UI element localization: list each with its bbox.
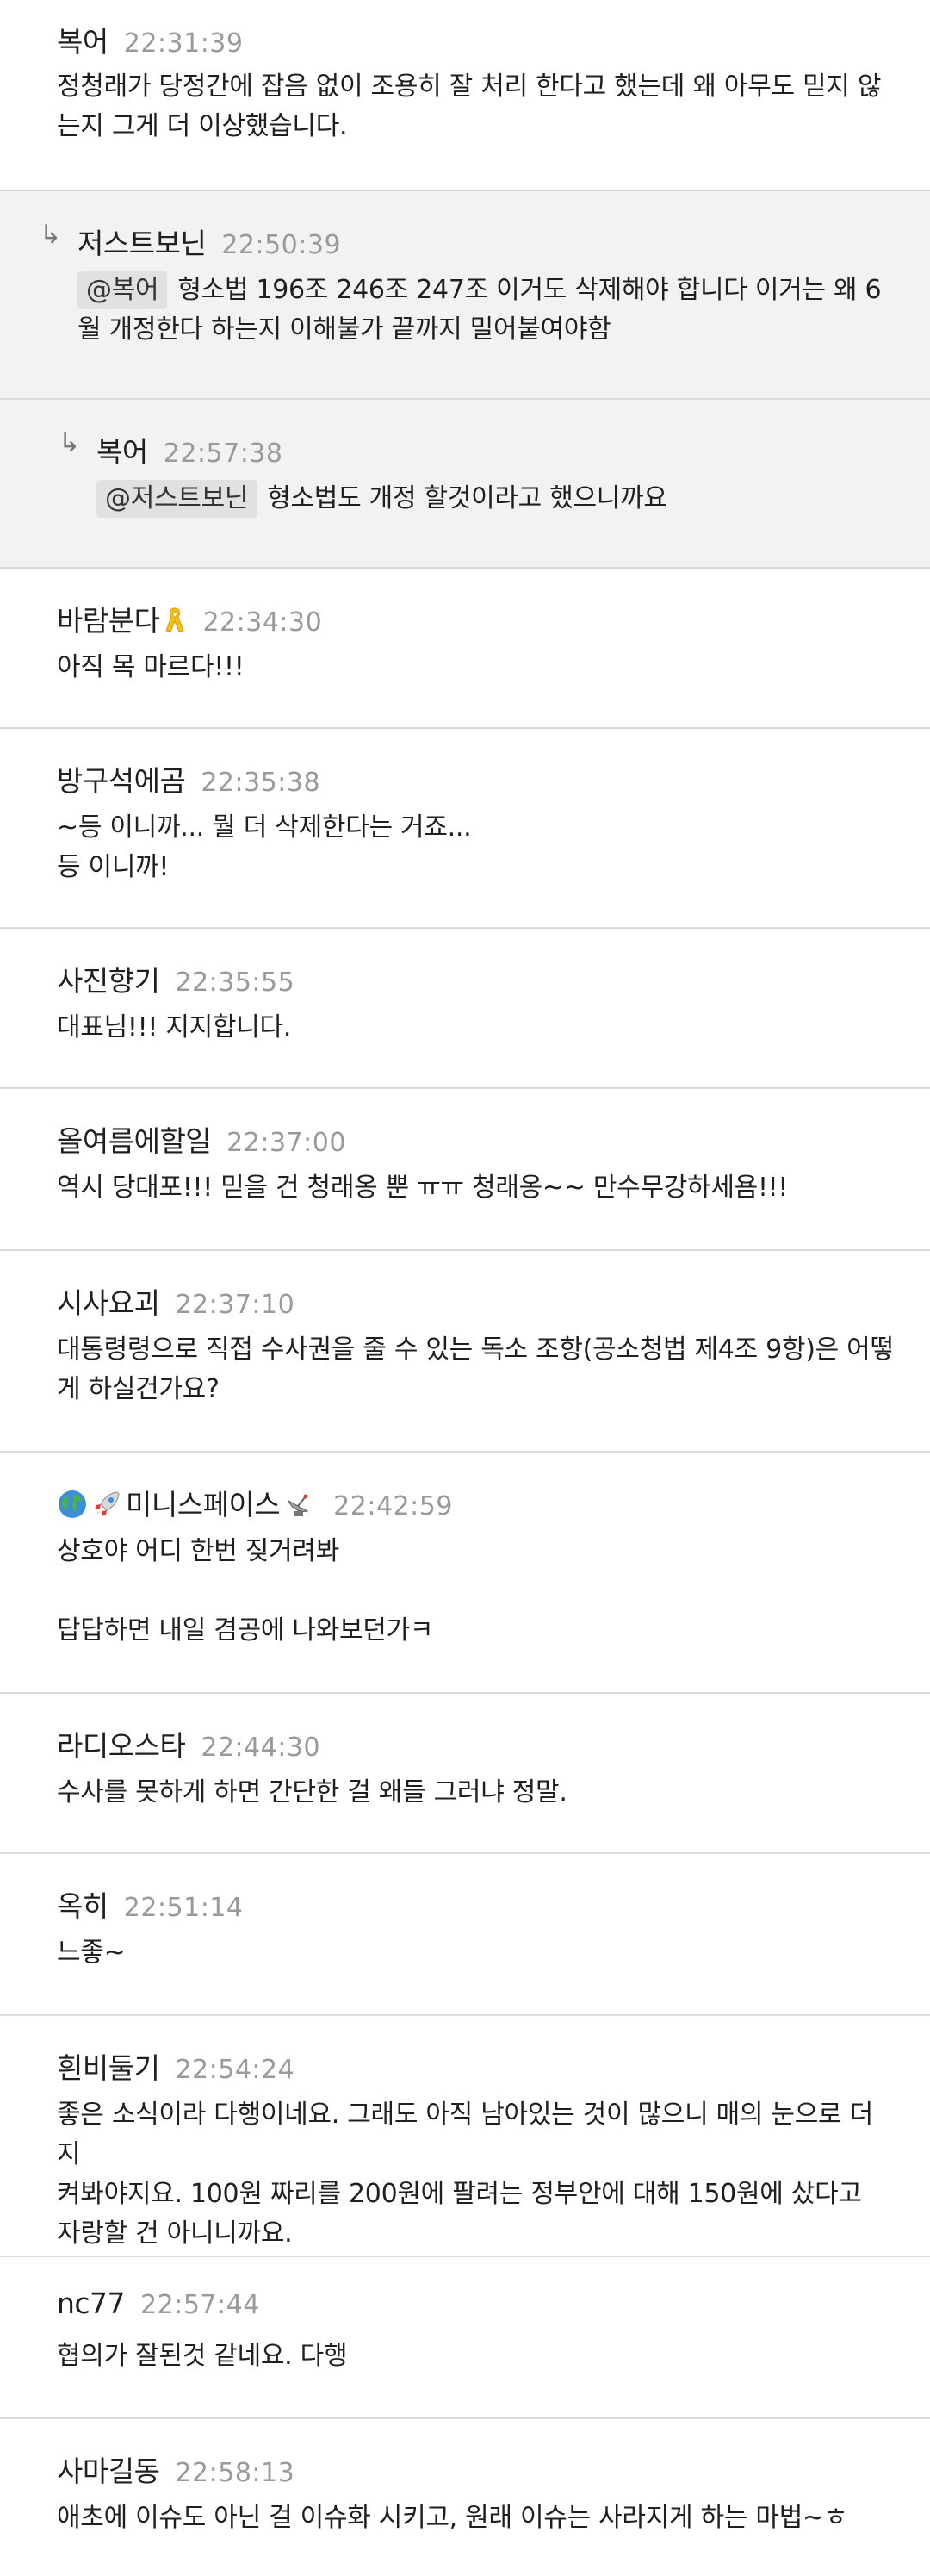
comment-item: 옥히 22:51:14 느좋~ [0, 1854, 930, 2016]
globe-icon [59, 1490, 86, 1518]
comment-line [57, 1571, 901, 1611]
comment-body: @복어 형소법 196조 246조 247조 이거도 삭제해야 합니다 이거는 왜… [78, 271, 921, 350]
comment-body: 대표님!!! 지지합니다. [57, 1008, 901, 1048]
comment-timestamp: 22:54:24 [175, 2055, 295, 2085]
reply-arrow-icon: ↳ [59, 428, 81, 458]
comment-item: nc77 22:57:44 협의가 잘된것 같네요. 다행 [0, 2257, 930, 2419]
comment-line: 형소법도 개정 할것이라고 했으니까요 [267, 483, 667, 513]
comment-item: 라디오스타 22:44:30 수사를 못하게 하면 간단한 걸 왜들 그러냐 정… [0, 1694, 930, 1854]
mention-tag[interactable]: @저스트보닌 [96, 480, 257, 518]
comment-author[interactable]: 복어 [57, 19, 108, 60]
comment-timestamp: 22:51:14 [123, 1893, 244, 1923]
comment-author[interactable]: 방구석에곰 [57, 758, 186, 800]
comment-author-name: 미니스페이스 [126, 1488, 281, 1521]
comment-body: 대통령령으로 직접 수사권을 줄 수 있는 독소 조항(공소청법 제4조 9항)… [57, 1330, 901, 1409]
comment-author[interactable]: 시사요괴 [57, 1280, 160, 1322]
comment-line: 형소법 196조 246조 247조 이거도 삭제해야 합니다 이거는 왜 6 [177, 275, 882, 305]
comment-body: 역시 당대포!!! 믿을 건 청래옹 뿐 ㅠㅠ 청래옹~~ 만수무강하세욤!!! [57, 1168, 901, 1208]
comment-item: 시사요괴 22:37:10 대통령령으로 직접 수사권을 줄 수 있는 독소 조… [0, 1251, 930, 1453]
comment-item: 복어 22:31:39 정청래가 당정간에 잡음 없이 조용히 잘 처리 한다고… [0, 0, 930, 191]
comment-timestamp: 22:37:10 [175, 1290, 295, 1320]
comment-author[interactable]: 흰비둘기 [57, 2045, 160, 2087]
comment-line: 수사를 못하게 하면 간단한 걸 왜들 그러냐 정말. [57, 1777, 567, 1808]
comment-body: 느좋~ [57, 1933, 901, 1973]
comment-line: 월 개정한다 하는지 이해불가 끝까지 밀어붙여야함 [78, 314, 611, 345]
comment-line: 애초에 이슈도 아닌 걸 이슈화 시키고, 원래 이슈는 사라지게 하는 마법~… [57, 2503, 848, 2533]
comment-author[interactable]: 저스트보닌 [78, 221, 207, 262]
comment-author[interactable]: 미니스페이스 [57, 1482, 318, 1523]
comment-timestamp: 22:44:30 [201, 1733, 321, 1763]
comment-author[interactable]: 사진향기 [57, 958, 160, 999]
mention-tag[interactable]: @복어 [78, 271, 168, 309]
comment-line: ~등 이니까... 뭘 더 삭제한다는 거죠... [57, 812, 472, 843]
comment-timestamp: 22:57:44 [140, 2290, 260, 2320]
comment-line: 느좋~ [57, 1938, 126, 1968]
comment-line: 대통령령으로 직접 수사권을 줄 수 있는 독소 조항(공소청법 제4조 9항)… [57, 1335, 894, 1365]
reply-item: ↳ 저스트보닌 22:50:39 @복어 형소법 196조 246조 247조 이… [0, 191, 930, 400]
comment-line: 아직 목 마르다!!! [57, 652, 245, 682]
comment-body: 협의가 잘된것 같네요. 다행 [57, 2336, 901, 2376]
comment-body: 수사를 못하게 하면 간단한 걸 왜들 그러냐 정말. [57, 1773, 901, 1813]
comment-line: 좋은 소식이라 다행이네요. 그래도 아직 남아있는 것이 많으니 매의 눈으로… [57, 2100, 873, 2169]
comment-body: ~등 이니까... 뭘 더 삭제한다는 거죠... 등 이니까! [57, 808, 901, 887]
reply-item: ↳ 복어 22:57:38 @저스트보닌 형소법도 개정 할것이라고 했으니까요 [0, 400, 930, 569]
comment-item: 사마길동 22:58:13 애초에 이슈도 아닌 걸 이슈화 시키고, 원래 이… [0, 2419, 930, 2576]
comment-timestamp: 22:57:38 [163, 439, 283, 469]
comment-body: 아직 목 마르다!!! [57, 648, 901, 688]
comment-body: 애초에 이슈도 아닌 걸 이슈화 시키고, 원래 이슈는 사라지게 하는 마법~… [57, 2498, 901, 2538]
comment-body: 상호야 어디 한번 짖거려봐 답답하면 내일 겸공에 나와보던가ㅋ [57, 1532, 901, 1651]
comment-line: 상호야 어디 한번 짖거려봐 [57, 1536, 340, 1566]
comment-line: 역시 당대포!!! 믿을 건 청래옹 뿐 ㅠㅠ 청래옹~~ 만수무강하세욤!!! [57, 1173, 789, 1203]
comment-item: 흰비둘기 22:54:24 좋은 소식이라 다행이네요. 그래도 아직 남아있는… [0, 2016, 930, 2257]
comment-line: 게 하실건가요? [57, 1374, 220, 1404]
comment-line: 답답하면 내일 겸공에 나와보던가ㅋ [57, 1615, 434, 1646]
comment-timestamp: 22:35:55 [175, 968, 295, 998]
comment-timestamp: 22:34:30 [202, 607, 323, 638]
comment-item: 올여름에할일 22:37:00 역시 당대포!!! 믿을 건 청래옹 뿐 ㅠㅠ … [0, 1089, 930, 1251]
comment-author[interactable]: 라디오스타 [57, 1723, 186, 1764]
comment-line: 켜봐야지요. 100원 짜리를 200원에 팔려는 정부안에 대해 150원에 … [57, 2179, 862, 2209]
comment-item: 바람분다 22:34:30 아직 목 마르다!!! [0, 569, 930, 729]
reply-arrow-icon: ↳ [40, 220, 62, 250]
satellite-antenna-icon [288, 1494, 309, 1516]
comment-line: 자랑할 건 아니니까요. [57, 2218, 293, 2249]
comment-line: 등 이니까! [57, 852, 170, 882]
comment-item: 사진향기 22:35:55 대표님!!! 지지합니다. [0, 929, 930, 1089]
comment-author[interactable]: 복어 [96, 429, 148, 470]
comment-line: 는지 그게 더 이상했습니다. [57, 111, 348, 141]
yellow-ribbon-icon [165, 607, 185, 632]
comment-timestamp: 22:42:59 [333, 1491, 453, 1521]
comment-author-name: 바람분다 [57, 604, 160, 638]
comment-item: 미니스페이스 22:42:59 상호야 어디 한번 짖거려봐 답답하면 내일 겸… [0, 1453, 930, 1694]
comment-line: 정청래가 당정간에 잡음 없이 조용히 잘 처리 한다고 했는데 왜 아무도 믿… [57, 72, 882, 102]
comment-body: @저스트보닌 형소법도 개정 할것이라고 했으니까요 [96, 479, 930, 519]
comment-author[interactable]: 옥히 [57, 1883, 108, 1925]
comment-body: 정청래가 당정간에 잡음 없이 조용히 잘 처리 한다고 했는데 왜 아무도 믿… [57, 67, 901, 146]
comment-timestamp: 22:37:00 [226, 1128, 346, 1158]
comment-author[interactable]: 사마길동 [57, 2448, 160, 2490]
comment-line: 협의가 잘된것 같네요. 다행 [57, 2341, 348, 2371]
comment-author[interactable]: 바람분다 [57, 598, 187, 639]
comment-line: 대표님!!! 지지합니다. [57, 1012, 292, 1042]
comment-body: 좋은 소식이라 다행이네요. 그래도 아직 남아있는 것이 많으니 매의 눈으로… [57, 2095, 901, 2254]
comment-timestamp: 22:35:38 [201, 768, 321, 798]
comment-timestamp: 22:58:13 [175, 2458, 295, 2488]
comment-timestamp: 22:31:39 [123, 28, 244, 59]
comment-timestamp: 22:50:39 [221, 230, 342, 260]
comment-author[interactable]: 올여름에할일 [57, 1118, 212, 1160]
comment-author[interactable]: nc77 [57, 2287, 126, 2320]
rocket-icon [95, 1491, 120, 1516]
comment-item: 방구석에곰 22:35:38 ~등 이니까... 뭘 더 삭제한다는 거죠...… [0, 729, 930, 929]
